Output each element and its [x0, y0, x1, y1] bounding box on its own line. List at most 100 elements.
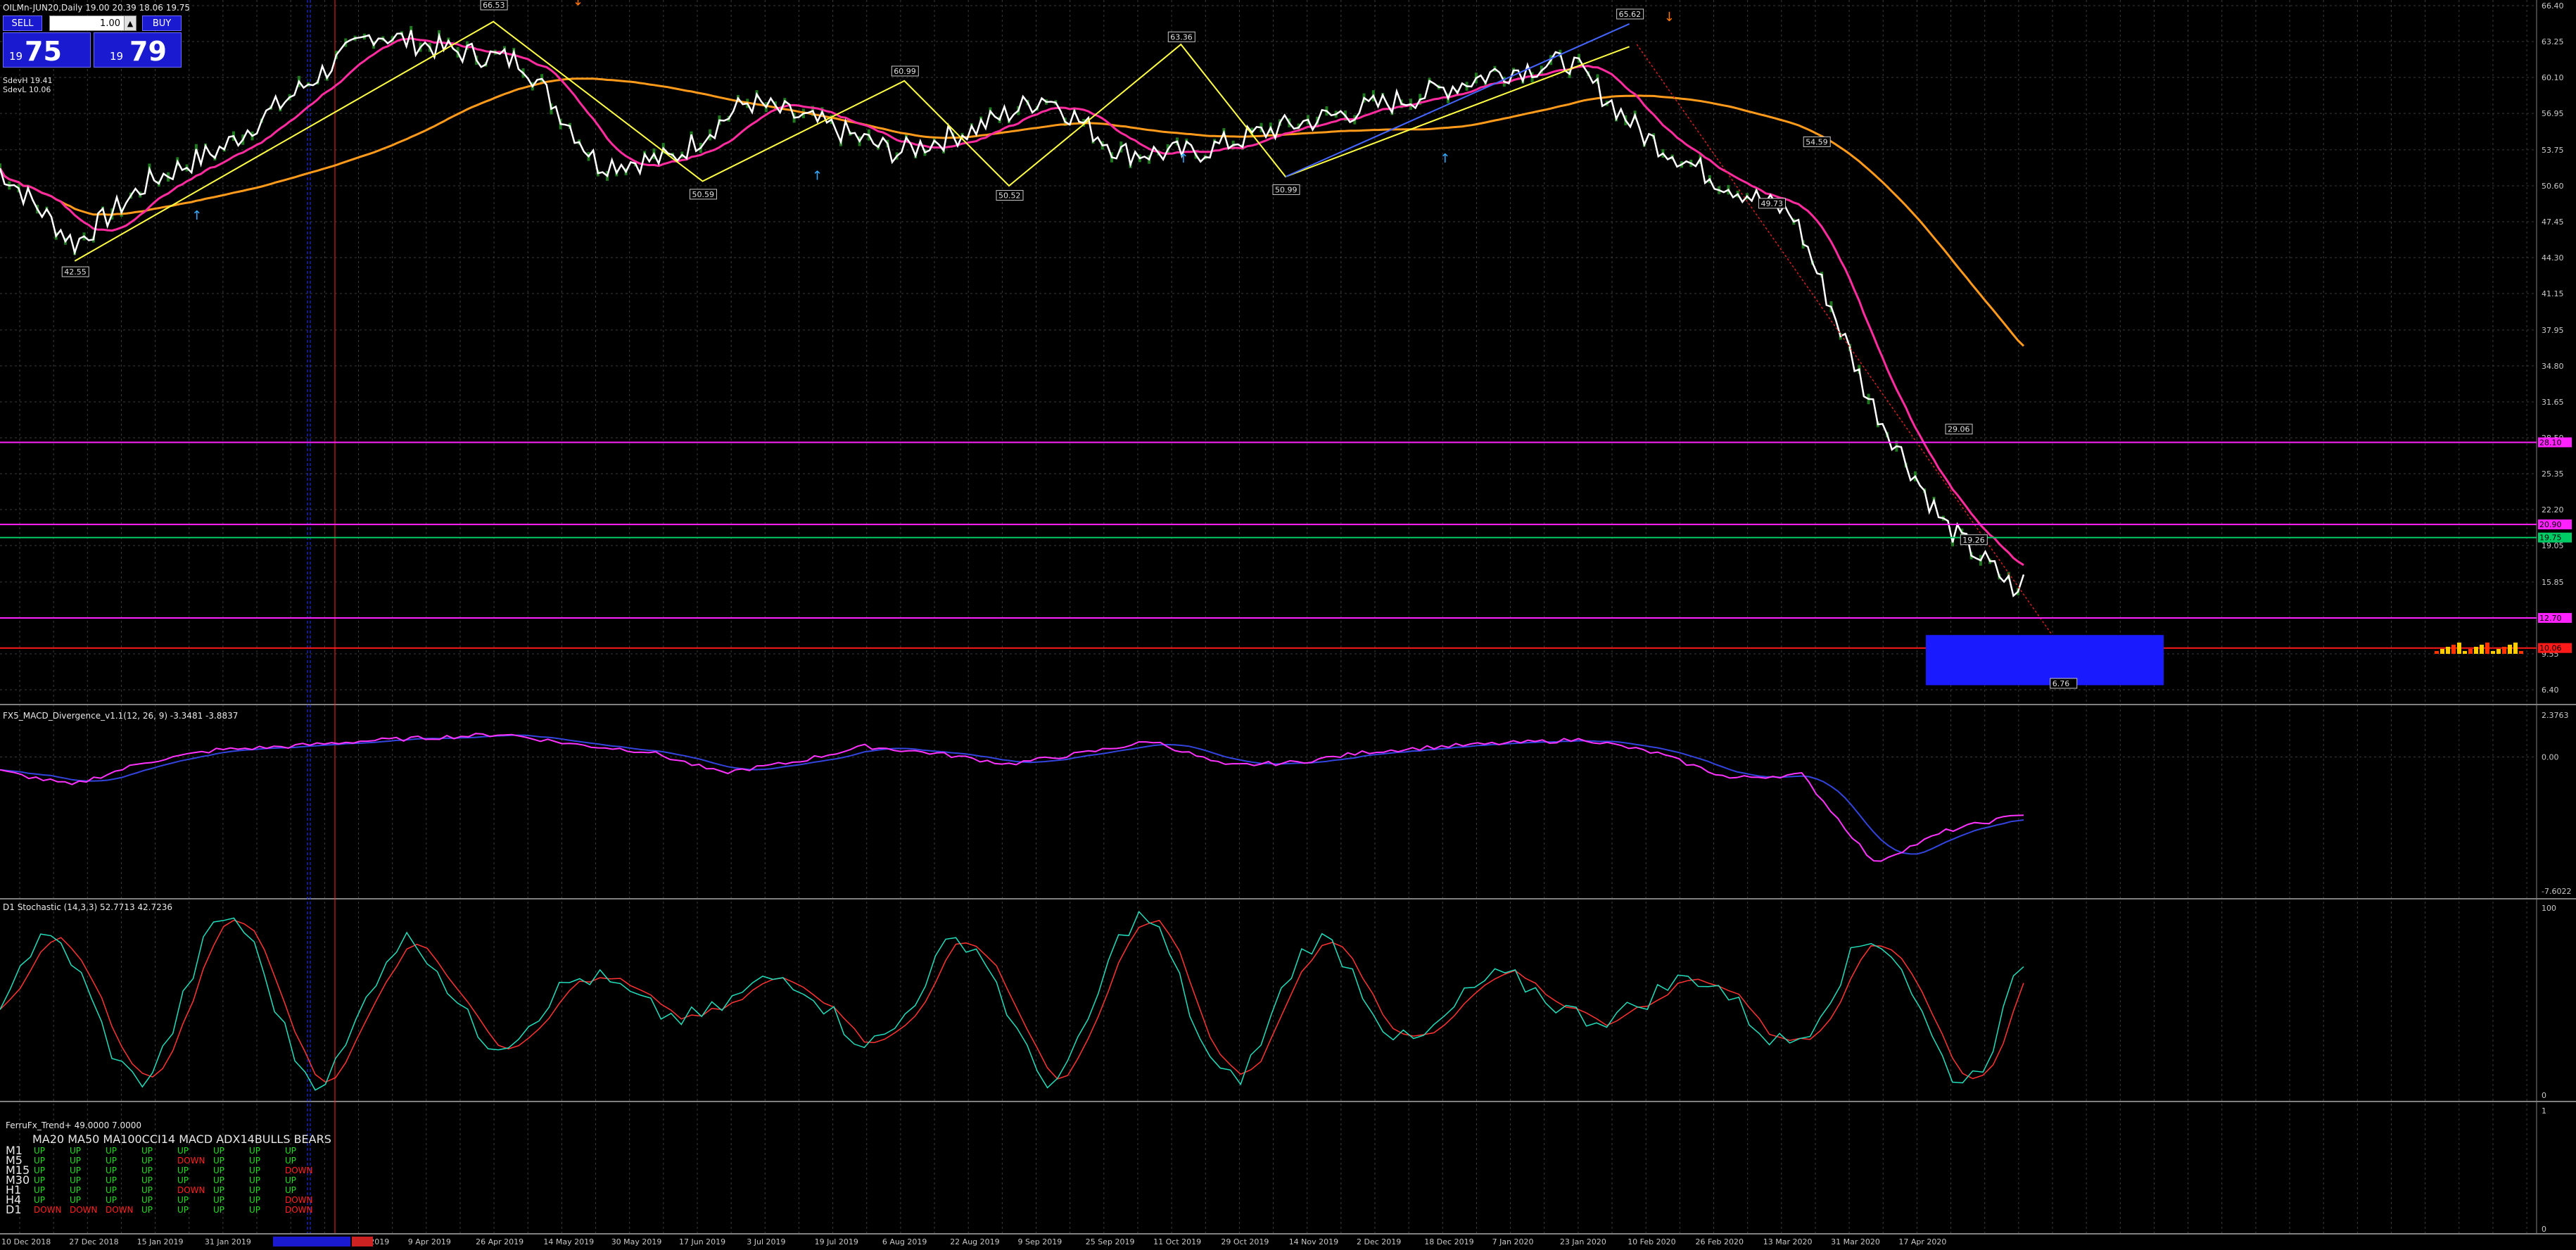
price-axis-tick: 63.25	[2542, 37, 2564, 46]
trend-cell: UP	[249, 1205, 261, 1215]
trend-cell: UP	[70, 1195, 82, 1205]
date-axis-tick: 6 Aug 2019	[882, 1237, 927, 1246]
date-axis-tick: 10 Dec 2018	[1, 1237, 51, 1246]
trend-cell: DOWN	[285, 1166, 313, 1175]
price-axis-tick: 56.95	[2542, 109, 2564, 118]
trend-cell: DOWN	[177, 1156, 205, 1166]
signal-bar	[2502, 646, 2506, 654]
stochastic-indicator-label: D1 Stochastic (14,3,3) 52.7713 42.7236	[3, 902, 173, 912]
buy-arrow-icon: ↑	[1440, 151, 1450, 166]
pivot-label: 6.76	[2052, 679, 2070, 688]
trend-cell: DOWN	[285, 1205, 313, 1215]
price-axis-tick: 53.75	[2542, 146, 2564, 155]
date-axis-tick: 2 Dec 2019	[1357, 1237, 1401, 1246]
price-axis-tick: 31.65	[2542, 398, 2564, 407]
macd-indicator-label: FX5_MACD_Divergence_v1.1(12, 26, 9) -3.3…	[3, 711, 239, 721]
date-axis-tick: 26 Apr 2019	[476, 1237, 524, 1246]
price-axis-tick: 34.80	[2542, 362, 2564, 371]
signal-bar	[2440, 648, 2444, 654]
trend-cell: UP	[106, 1195, 118, 1205]
trend-cell: UP	[141, 1175, 153, 1185]
level-price-label: 20.90	[2539, 520, 2562, 529]
buy-price-big: 79	[129, 36, 167, 67]
signal-bar	[2480, 644, 2484, 654]
symbol-header: OILMn-JUN20,Daily 19.00 20.39 18.06 19.7…	[3, 3, 191, 13]
trend-cell: UP	[249, 1185, 261, 1195]
trend-cell: UP	[249, 1166, 261, 1175]
date-axis-tick: 31 Mar 2020	[1831, 1237, 1880, 1246]
trend-cell: UP	[34, 1175, 46, 1185]
level-price-label: 10.06	[2539, 644, 2562, 653]
trend-cell: UP	[249, 1156, 261, 1166]
sell-price-button[interactable]: 19 75	[3, 32, 91, 68]
trend-cell: UP	[70, 1166, 82, 1175]
trend-cell: DOWN	[34, 1205, 62, 1215]
trend-cell: UP	[34, 1156, 46, 1166]
trend-cell: UP	[249, 1195, 261, 1205]
price-axis-tick: 15.85	[2542, 578, 2564, 587]
date-axis-tick: 17 Apr 2020	[1898, 1237, 1946, 1246]
price-axis-tick: 47.45	[2542, 217, 2564, 227]
price-axis-tick: 25.35	[2542, 469, 2564, 479]
price-axis-tick: 60.10	[2542, 73, 2564, 82]
signal-bar	[2468, 648, 2473, 654]
trend-cell: UP	[70, 1175, 82, 1185]
trend-row: H4 UP UP UP UP UP UP UP DOWN	[6, 1194, 331, 1206]
price-axis-tick: 6.40	[2542, 686, 2559, 695]
pivot-label: 63.36	[1170, 32, 1193, 42]
pivot-label: 54.59	[1806, 137, 1828, 146]
macd-axis-tick: 0.00	[2542, 753, 2559, 762]
trend-cell: UP	[177, 1175, 189, 1185]
signal-bar	[2519, 650, 2523, 654]
price-zone-box	[1926, 635, 2164, 686]
trend-cell: UP	[141, 1146, 153, 1156]
trend-cell: UP	[106, 1166, 118, 1175]
buy-button[interactable]: BUY	[142, 15, 182, 31]
trend-cell: UP	[213, 1146, 225, 1156]
signal-bar	[2463, 650, 2467, 654]
signal-bar	[2474, 646, 2478, 654]
pivot-label: 50.52	[998, 191, 1021, 201]
trend-cell: UP	[177, 1205, 189, 1215]
sell-arrow-icon: ↓	[1664, 10, 1675, 25]
pivot-label: 49.73	[1760, 199, 1783, 208]
price-chart[interactable]: 66.40 63.25 60.10 56.95 53.75 50.60 47.45 44.30…	[0, 0, 2576, 1250]
trend-cell: UP	[141, 1195, 153, 1205]
trend-cell: UP	[141, 1156, 153, 1166]
date-axis-tick: 25 Sep 2019	[1086, 1237, 1135, 1246]
trend-row: H1 UP UP UP UP DOWN UP UP UP	[6, 1185, 331, 1196]
trend-cell: DOWN	[285, 1195, 313, 1205]
trend-cell: UP	[249, 1146, 261, 1156]
date-axis-tick: 23 Jan 2020	[1560, 1237, 1606, 1246]
trend-row: M15 UP UP UP UP UP UP UP DOWN	[6, 1165, 331, 1176]
trend-indicator-label: FerruFx_Trend+ 49.0000 7.0000	[6, 1120, 142, 1130]
trend-cell: UP	[70, 1156, 82, 1166]
trend-cell: UP	[285, 1175, 297, 1185]
date-axis-tick: 9 Sep 2019	[1018, 1237, 1062, 1246]
trend-cell: DOWN	[106, 1205, 134, 1215]
price-axis-tick: 19.05	[2542, 541, 2564, 550]
trend-axis-tick: 0	[2542, 1225, 2546, 1234]
signal-bar	[2457, 642, 2461, 654]
date-axis-tick: 18 Dec 2019	[1424, 1237, 1473, 1246]
date-axis-tick: 30 May 2019	[611, 1237, 662, 1246]
level-price-label: 12.70	[2539, 614, 2562, 623]
quantity-increase-button[interactable]: ▲	[124, 15, 137, 31]
date-axis-tick: 3 Jul 2019	[747, 1237, 785, 1246]
signal-bar	[2435, 650, 2439, 654]
signal-bar	[2446, 646, 2450, 654]
signal-bar	[2491, 650, 2495, 654]
signal-bar	[2451, 644, 2456, 654]
trend-cell: UP	[141, 1205, 153, 1215]
trend-cell: UP	[34, 1146, 46, 1156]
trend-cell: UP	[213, 1195, 225, 1205]
price-axis-tick: 50.60	[2542, 182, 2564, 191]
one-click-trading-panel[interactable]: SELL ▼ 1.00 ▲ BUY 19 75 19 79	[3, 15, 182, 70]
trend-cell: DOWN	[177, 1185, 205, 1195]
trend-cell: UP	[106, 1175, 118, 1185]
price-axis-tick: 66.40	[2542, 1, 2564, 11]
sell-button[interactable]: SELL	[3, 15, 42, 31]
trend-cell: UP	[70, 1146, 82, 1156]
buy-arrow-icon: ↑	[191, 208, 202, 223]
buy-price-button[interactable]: 19 79	[94, 32, 182, 68]
